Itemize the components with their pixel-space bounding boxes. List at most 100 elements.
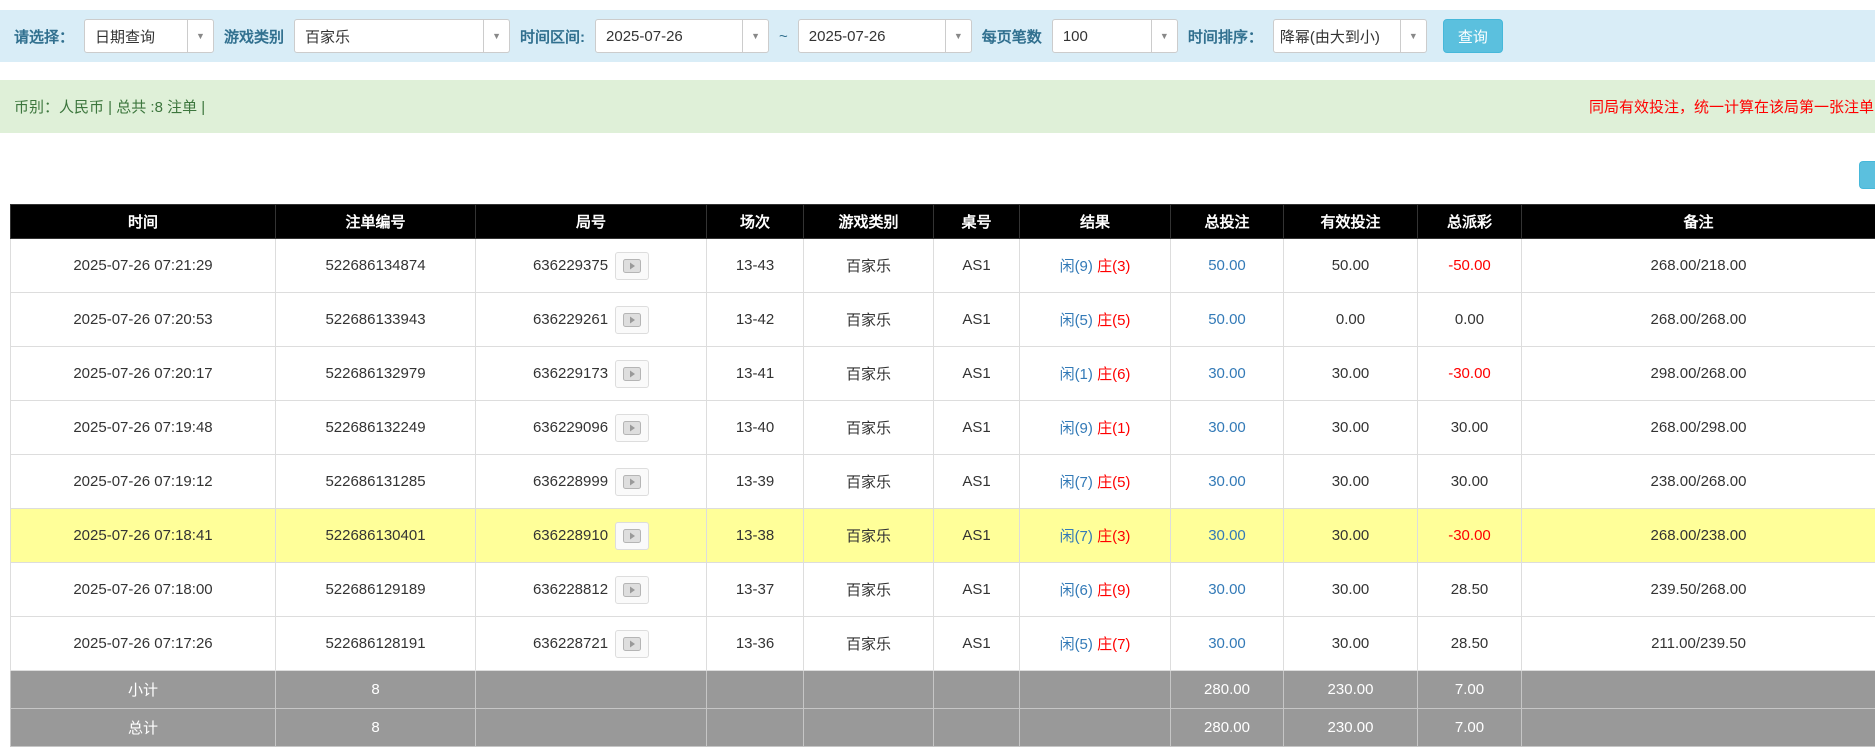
header-round: 局号 bbox=[476, 205, 707, 239]
table-row: 2025-07-26 07:17:26 522686128191 6362287… bbox=[11, 617, 1875, 671]
chevron-down-icon[interactable]: ▼ bbox=[1400, 19, 1427, 53]
cell-valid-bet: 30.00 bbox=[1284, 617, 1418, 671]
same-round-notice: 同局有效投注，统一计算在该局第一张注单内 bbox=[1589, 96, 1875, 117]
date-from-value[interactable]: 2025-07-26 bbox=[595, 19, 743, 53]
cell-game: 百家乐 bbox=[804, 347, 934, 401]
total-bet-link[interactable]: 30.00 bbox=[1208, 527, 1246, 544]
game-replay-icon bbox=[623, 259, 641, 273]
partial-edge-button[interactable] bbox=[1859, 161, 1875, 189]
cell-round: 636228812 bbox=[476, 563, 707, 617]
page-size-select[interactable]: 100 ▼ bbox=[1052, 19, 1178, 53]
result-player: 闲(6) bbox=[1060, 582, 1093, 599]
cell-time: 2025-07-26 07:21:29 bbox=[11, 239, 276, 293]
replay-button[interactable] bbox=[615, 576, 649, 604]
replay-button[interactable] bbox=[615, 468, 649, 496]
time-sort-select[interactable]: 降幂(由大到小) ▼ bbox=[1273, 19, 1427, 53]
round-number: 636229096 bbox=[533, 418, 608, 435]
chevron-down-icon[interactable]: ▼ bbox=[742, 19, 769, 53]
page-size-value[interactable]: 100 bbox=[1052, 19, 1152, 53]
game-replay-icon bbox=[623, 637, 641, 651]
cell-remark: 268.00/298.00 bbox=[1522, 401, 1875, 455]
cell-bet-id: 522686128191 bbox=[276, 617, 476, 671]
total-bet-link[interactable]: 30.00 bbox=[1208, 581, 1246, 598]
chevron-down-icon[interactable]: ▼ bbox=[187, 19, 214, 53]
date-from-picker[interactable]: 2025-07-26 ▼ bbox=[595, 19, 769, 53]
query-button[interactable]: 查询 bbox=[1443, 19, 1503, 53]
cell-payout: 0.00 bbox=[1418, 293, 1522, 347]
replay-button[interactable] bbox=[615, 414, 649, 442]
total-payout: 7.00 bbox=[1418, 709, 1522, 747]
date-to-value[interactable]: 2025-07-26 bbox=[798, 19, 946, 53]
cell-result: 闲(6) 庄(9) bbox=[1020, 563, 1171, 617]
cell-total-bet: 30.00 bbox=[1171, 617, 1284, 671]
cell-remark: 211.00/239.50 bbox=[1522, 617, 1875, 671]
replay-button[interactable] bbox=[615, 306, 649, 334]
game-replay-icon bbox=[623, 421, 641, 435]
cell-payout: 30.00 bbox=[1418, 455, 1522, 509]
total-bet-link[interactable]: 30.00 bbox=[1208, 419, 1246, 436]
result-banker: 庄(5) bbox=[1097, 312, 1130, 329]
cell-time: 2025-07-26 07:19:12 bbox=[11, 455, 276, 509]
cell-session: 13-40 bbox=[707, 401, 804, 455]
total-bet-link[interactable]: 30.00 bbox=[1208, 365, 1246, 382]
cell-payout: -30.00 bbox=[1418, 347, 1522, 401]
replay-button[interactable] bbox=[615, 522, 649, 550]
replay-button[interactable] bbox=[615, 630, 649, 658]
cell-valid-bet: 30.00 bbox=[1284, 563, 1418, 617]
game-replay-icon bbox=[623, 529, 641, 543]
header-valid-bet: 有效投注 bbox=[1284, 205, 1418, 239]
replay-button[interactable] bbox=[615, 360, 649, 388]
table-row: 2025-07-26 07:19:12 522686131285 6362289… bbox=[11, 455, 1875, 509]
cell-round: 636229261 bbox=[476, 293, 707, 347]
cell-time: 2025-07-26 07:20:53 bbox=[11, 293, 276, 347]
game-category-select[interactable]: 百家乐 ▼ bbox=[294, 19, 510, 53]
header-bet-id: 注单编号 bbox=[276, 205, 476, 239]
replay-button[interactable] bbox=[615, 252, 649, 280]
table-row: 2025-07-26 07:18:41 522686130401 6362289… bbox=[11, 509, 1875, 563]
cell-remark: 298.00/268.00 bbox=[1522, 347, 1875, 401]
cell-table-no: AS1 bbox=[934, 239, 1020, 293]
total-bet-link[interactable]: 30.00 bbox=[1208, 635, 1246, 652]
header-total-bet: 总投注 bbox=[1171, 205, 1284, 239]
cell-valid-bet: 30.00 bbox=[1284, 401, 1418, 455]
game-replay-icon bbox=[623, 313, 641, 327]
cell-round: 636229096 bbox=[476, 401, 707, 455]
cell-session: 13-38 bbox=[707, 509, 804, 563]
date-to-picker[interactable]: 2025-07-26 ▼ bbox=[798, 19, 972, 53]
cell-bet-id: 522686132249 bbox=[276, 401, 476, 455]
round-number: 636228910 bbox=[533, 526, 608, 543]
total-bet-link[interactable]: 30.00 bbox=[1208, 473, 1246, 490]
game-category-value[interactable]: 百家乐 bbox=[294, 19, 484, 53]
cell-total-bet: 30.00 bbox=[1171, 509, 1284, 563]
chevron-down-icon[interactable]: ▼ bbox=[945, 19, 972, 53]
chevron-down-icon[interactable]: ▼ bbox=[1151, 19, 1178, 53]
total-bet-link[interactable]: 50.00 bbox=[1208, 311, 1246, 328]
subtotal-label: 小计 bbox=[11, 671, 276, 709]
chevron-down-icon[interactable]: ▼ bbox=[483, 19, 510, 53]
cell-valid-bet: 0.00 bbox=[1284, 293, 1418, 347]
game-replay-icon bbox=[623, 583, 641, 597]
result-banker: 庄(7) bbox=[1097, 636, 1130, 653]
currency-summary: 币别：人民币 | 总共 :8 注单 | bbox=[14, 96, 205, 117]
cell-table-no: AS1 bbox=[934, 455, 1020, 509]
result-player: 闲(7) bbox=[1060, 528, 1093, 545]
query-type-value[interactable]: 日期查询 bbox=[84, 19, 188, 53]
cell-remark: 268.00/238.00 bbox=[1522, 509, 1875, 563]
round-number: 636228812 bbox=[533, 580, 608, 597]
total-label: 总计 bbox=[11, 709, 276, 747]
total-bet-link[interactable]: 50.00 bbox=[1208, 257, 1246, 274]
cell-game: 百家乐 bbox=[804, 563, 934, 617]
cell-session: 13-43 bbox=[707, 239, 804, 293]
cell-total-bet: 50.00 bbox=[1171, 239, 1284, 293]
query-type-select[interactable]: 日期查询 ▼ bbox=[84, 19, 214, 53]
cell-session: 13-37 bbox=[707, 563, 804, 617]
cell-result: 闲(9) 庄(1) bbox=[1020, 401, 1171, 455]
table-row: 2025-07-26 07:20:53 522686133943 6362292… bbox=[11, 293, 1875, 347]
cell-payout: 30.00 bbox=[1418, 401, 1522, 455]
subtotal-count: 8 bbox=[276, 671, 476, 709]
result-player: 闲(5) bbox=[1060, 312, 1093, 329]
time-sort-value[interactable]: 降幂(由大到小) bbox=[1273, 19, 1401, 53]
table-row: 2025-07-26 07:19:48 522686132249 6362290… bbox=[11, 401, 1875, 455]
total-total-bet: 280.00 bbox=[1171, 709, 1284, 747]
cell-remark: 239.50/268.00 bbox=[1522, 563, 1875, 617]
